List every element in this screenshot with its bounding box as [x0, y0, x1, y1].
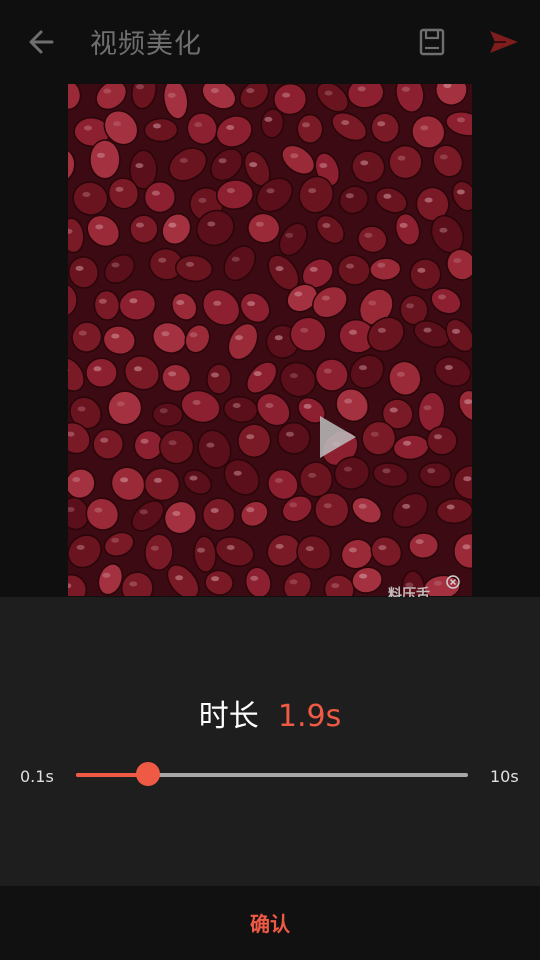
slider-thumb[interactable]: [136, 762, 160, 786]
duration-value: 1.9s: [277, 699, 342, 734]
top-bar: 视频美化: [0, 0, 540, 84]
back-button[interactable]: [24, 26, 60, 58]
send-button[interactable]: [486, 26, 522, 58]
send-icon: [490, 31, 518, 53]
play-icon: [320, 416, 356, 458]
page-title: 视频美化: [90, 29, 202, 60]
duration-label: 时长: [198, 699, 259, 734]
duration-slider[interactable]: [76, 762, 468, 788]
pomegranate-seeds-image: [68, 84, 472, 596]
save-icon: [419, 28, 445, 56]
bottom-bar: 确认: [0, 886, 540, 960]
save-button[interactable]: [416, 26, 448, 58]
arrow-left-icon: [29, 30, 54, 54]
duration-panel: 时长 1.9s 0.1s 10s: [0, 597, 540, 886]
slider-max-label: 10s: [490, 767, 519, 786]
play-button[interactable]: [316, 414, 360, 460]
duration-row: 时长 1.9s: [0, 691, 540, 735]
video-preview[interactable]: [68, 84, 472, 596]
slider-min-label: 0.1s: [20, 767, 54, 786]
confirm-button[interactable]: 确认: [230, 908, 310, 938]
close-icon[interactable]: [446, 574, 460, 589]
